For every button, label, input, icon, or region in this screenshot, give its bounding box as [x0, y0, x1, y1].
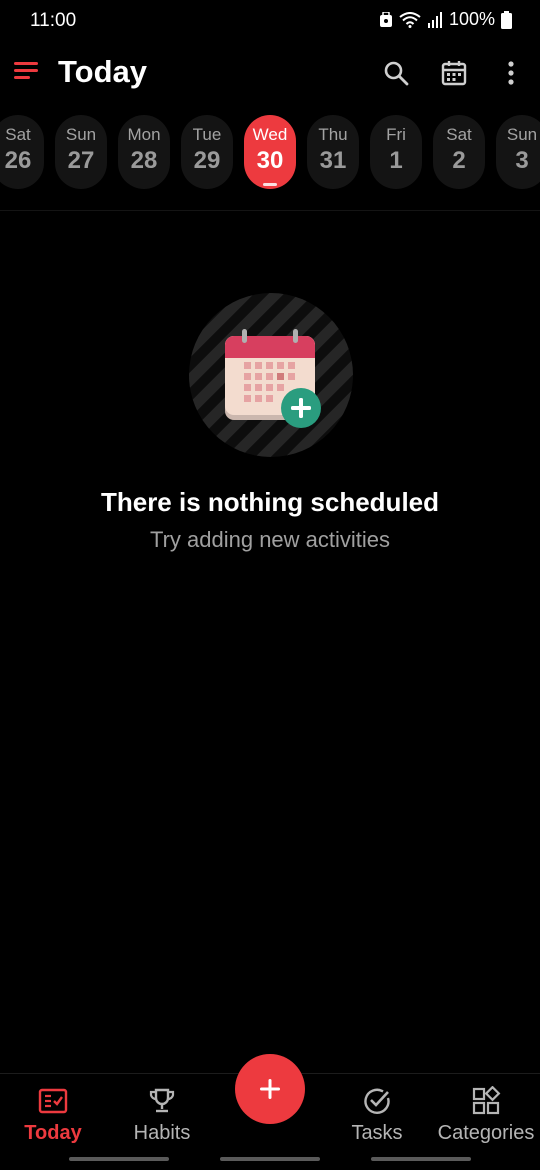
- menu-button[interactable]: [14, 60, 44, 86]
- day-name: Tue: [192, 125, 222, 144]
- day-name: Thu: [318, 125, 348, 144]
- day-number: 27: [67, 147, 95, 174]
- nav-today[interactable]: Today: [0, 1086, 108, 1146]
- day-name: Mon: [127, 125, 161, 144]
- day-chip[interactable]: Tue 29: [181, 115, 233, 189]
- day-number: 26: [4, 147, 32, 174]
- nav-habits[interactable]: Habits: [107, 1086, 217, 1146]
- day-name: Sat: [5, 125, 31, 144]
- calendar-icon: [441, 61, 467, 86]
- battery-icon: [501, 10, 512, 29]
- day-chip[interactable]: Thu 31: [307, 115, 359, 189]
- day-chip[interactable]: Sat 26: [0, 115, 44, 189]
- day-chip-selected[interactable]: Wed 30: [244, 115, 296, 189]
- more-options-button[interactable]: [494, 56, 528, 90]
- day-name: Sat: [446, 125, 472, 144]
- empty-state-title: There is nothing scheduled: [100, 487, 440, 517]
- divider: [0, 210, 540, 211]
- day-number: 29: [193, 147, 221, 174]
- nav-label: Habits: [133, 1122, 191, 1144]
- wifi-icon: [399, 11, 421, 28]
- system-nav-bar: [69, 1157, 169, 1161]
- app-bar: Today: [0, 42, 540, 106]
- menu-icon: [14, 62, 38, 79]
- nav-label: Today: [24, 1122, 82, 1144]
- day-chip[interactable]: Fri 1: [370, 115, 422, 189]
- add-activity-button[interactable]: [235, 1054, 305, 1124]
- nav-categories[interactable]: Categories: [431, 1086, 540, 1146]
- search-button[interactable]: [379, 56, 413, 90]
- signal-icon: [427, 11, 442, 28]
- day-number: 2: [452, 147, 466, 174]
- lock-notification-icon: [379, 11, 392, 27]
- system-nav-bar: [220, 1157, 320, 1161]
- day-number: 1: [389, 147, 403, 174]
- more-vert-icon: [508, 61, 514, 85]
- day-chip[interactable]: Sun 3: [496, 115, 540, 189]
- nav-tasks[interactable]: Tasks: [322, 1086, 432, 1146]
- day-chip[interactable]: Sat 2: [433, 115, 485, 189]
- day-chip[interactable]: Mon 28: [118, 115, 170, 189]
- categories-grid-icon: [472, 1086, 501, 1115]
- page-title: Today: [58, 54, 147, 89]
- selected-indicator: [263, 183, 277, 186]
- date-strip: Sat 26 Sun 27 Mon 28 Tue 29 Wed 30 Thu 3…: [0, 115, 540, 189]
- empty-calendar-illustration: [189, 293, 353, 457]
- day-number: 31: [319, 147, 347, 174]
- day-number: 3: [515, 147, 529, 174]
- status-icons: 100%: [379, 9, 512, 30]
- search-icon: [384, 61, 409, 86]
- day-chip[interactable]: Sun 27: [55, 115, 107, 189]
- day-name: Wed: [252, 125, 288, 144]
- system-nav-bar: [371, 1157, 471, 1161]
- trophy-icon: [149, 1088, 175, 1113]
- day-name: Fri: [386, 125, 406, 144]
- day-name: Sun: [506, 125, 538, 144]
- battery-percent: 100%: [448, 9, 495, 29]
- empty-state-subtitle: Try adding new activities: [149, 527, 391, 552]
- nav-label: Categories: [437, 1122, 535, 1144]
- nav-label: Tasks: [351, 1122, 403, 1144]
- day-name: Sun: [65, 125, 97, 144]
- status-bar: 11:00 100%: [0, 0, 540, 42]
- calendar-button[interactable]: [437, 56, 471, 90]
- day-number: 30: [256, 147, 284, 174]
- plus-icon: [260, 1079, 280, 1099]
- check-circle-icon: [364, 1088, 390, 1114]
- day-number: 28: [130, 147, 158, 174]
- today-checklist-icon: [38, 1088, 68, 1114]
- status-time: 11:00: [30, 10, 77, 31]
